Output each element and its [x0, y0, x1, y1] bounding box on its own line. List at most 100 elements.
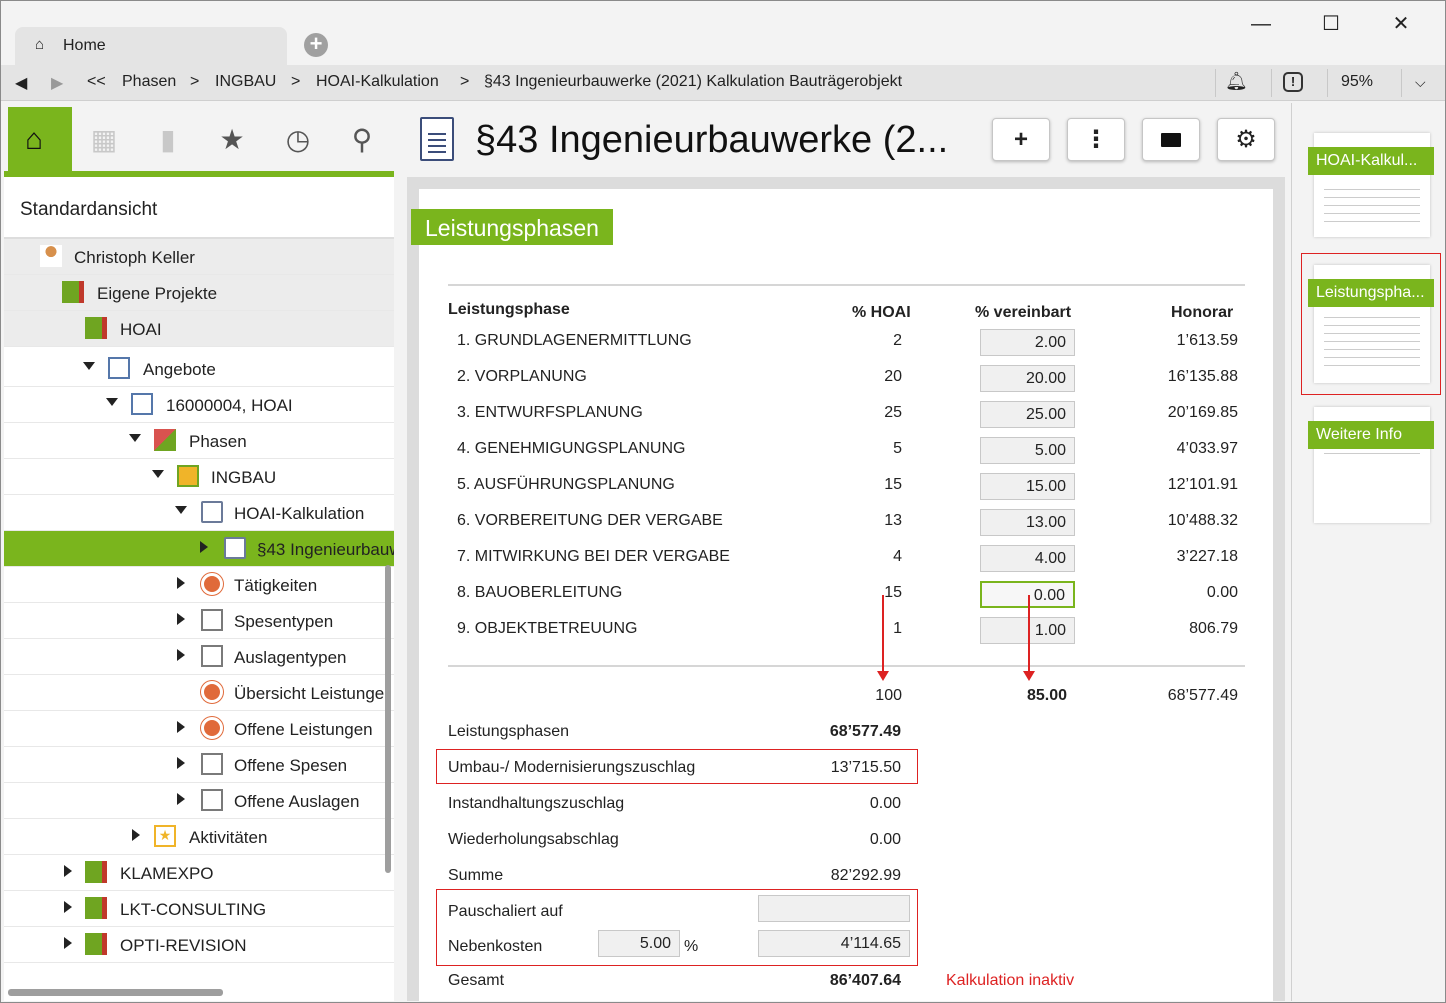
maximize-button[interactable]: ☐	[1311, 9, 1351, 39]
preview-thumb-hoai[interactable]: HOAI-Kalkul...	[1308, 133, 1434, 237]
star-icon[interactable]: ★	[212, 123, 252, 156]
expand-right-icon[interactable]	[177, 793, 185, 805]
tree-item[interactable]: Offene Leistungen	[4, 711, 394, 747]
tree-item[interactable]: LKT-CONSULTING	[4, 891, 394, 927]
table-icon	[201, 789, 223, 811]
tree-item[interactable]: Offene Spesen	[4, 747, 394, 783]
expand-right-icon[interactable]	[132, 829, 140, 841]
total-hoai: 100	[875, 687, 902, 704]
list-icon	[108, 357, 130, 379]
expand-right-icon[interactable]	[177, 757, 185, 769]
phase-agreed-input[interactable]: 20.00	[980, 365, 1075, 392]
expand-right-icon[interactable]	[64, 865, 72, 877]
breadcrumb-phasen[interactable]: Phasen	[122, 73, 176, 91]
tree-item[interactable]: HOAI	[4, 311, 394, 347]
expand-right-icon[interactable]	[177, 649, 185, 661]
more-button[interactable]: ⋮	[1067, 118, 1125, 161]
horizontal-scrollbar[interactable]	[8, 989, 223, 996]
receipt-icon	[201, 753, 223, 775]
bell-icon[interactable]: 🔔︎	[1225, 71, 1248, 92]
close-button[interactable]: ✕	[1381, 9, 1421, 39]
expand-right-icon[interactable]	[177, 577, 185, 589]
calculation-card: Leistungsphasen Leistungsphase % HOAI % …	[411, 189, 1273, 1001]
breadcrumb-hoai-kalkulation[interactable]: HOAI-Kalkulation	[316, 73, 439, 91]
tree-item[interactable]: Spesentypen	[4, 603, 394, 639]
minimize-button[interactable]: —	[1241, 9, 1281, 39]
phase-agreed-input[interactable]: 25.00	[980, 401, 1075, 428]
phase-fee: 20’169.85	[1167, 404, 1238, 421]
expand-down-icon[interactable]	[106, 398, 118, 406]
alert-icon[interactable]: !	[1283, 72, 1303, 92]
tree-item[interactable]: ★ Aktivitäten	[4, 819, 394, 855]
project-book-icon	[85, 317, 107, 339]
tree-item[interactable]: Übersicht Leistunge	[4, 675, 394, 711]
expand-down-icon[interactable]	[83, 362, 95, 370]
phase-agreed-input[interactable]: 2.00	[980, 329, 1075, 356]
home-button[interactable]: ⌂	[8, 107, 72, 171]
tree-item[interactable]: Auslagentypen	[4, 639, 394, 675]
tree-item-label: Übersicht Leistunge	[234, 684, 385, 703]
tree-item[interactable]: Angebote	[4, 351, 394, 387]
tree-item[interactable]: KLAMEXPO	[4, 855, 394, 891]
up-button[interactable]: <<	[87, 73, 106, 91]
tree-item-label: Offene Auslagen	[234, 792, 360, 811]
document-icon	[420, 117, 454, 161]
add-button[interactable]: +	[992, 118, 1050, 161]
settings-button[interactable]: ⚙	[1217, 118, 1275, 161]
calendar-icon[interactable]: ▦	[84, 123, 124, 156]
expense-list-icon	[201, 645, 223, 667]
phase-name: 2. VORPLANUNG	[457, 368, 587, 385]
breadcrumb-current[interactable]: §43 Ingenieurbauwerke (2021) Kalkulation…	[484, 73, 902, 91]
search-icon[interactable]: ⚲	[342, 123, 382, 156]
additional-costs-label: Nebenkosten	[448, 938, 543, 955]
expand-right-icon[interactable]	[64, 901, 72, 913]
phase-fee: 12’101.91	[1167, 476, 1238, 493]
vertical-scrollbar[interactable]	[385, 565, 391, 873]
tree-item-label: HOAI-Kalkulation	[234, 504, 365, 523]
expand-down-icon[interactable]	[152, 470, 164, 478]
forward-icon[interactable]: ▶	[51, 73, 63, 93]
phase-hoai-percent: 25	[884, 404, 902, 421]
history-icon[interactable]: ◷	[278, 123, 318, 156]
expand-right-icon[interactable]	[177, 613, 185, 625]
tree-item-label: Spesentypen	[234, 612, 334, 631]
tree-item-selected[interactable]: §43 Ingenieurbauw	[4, 531, 394, 567]
thumb-label: Weitere Info	[1308, 421, 1434, 449]
phase-agreed-input[interactable]: 15.00	[980, 473, 1075, 500]
chart-icon[interactable]: ▮	[148, 123, 188, 156]
expand-right-icon[interactable]	[64, 937, 72, 949]
preview-thumb-weitere-info[interactable]: Weitere Info	[1308, 407, 1434, 523]
phase-agreed-input[interactable]: 13.00	[980, 509, 1075, 536]
back-icon[interactable]: ◀	[15, 73, 27, 93]
star-icon: ★	[154, 825, 176, 847]
phase-agreed-input[interactable]: 4.00	[980, 545, 1075, 572]
tree-item[interactable]: INGBAU	[4, 459, 394, 495]
additional-costs-percent-input[interactable]: 5.00	[598, 930, 680, 957]
breadcrumb-separator: >	[190, 73, 200, 90]
view-selector[interactable]: Standardansicht	[4, 177, 394, 239]
expand-down-icon[interactable]	[129, 434, 141, 442]
new-tab-icon[interactable]: +	[304, 33, 328, 57]
tree-item[interactable]: Christoph Keller	[4, 239, 394, 275]
expand-down-icon[interactable]	[175, 506, 187, 514]
tree-item[interactable]: OPTI-REVISION	[4, 927, 394, 963]
folder-button[interactable]	[1142, 118, 1200, 161]
tree-item[interactable]: Eigene Projekte	[4, 275, 394, 311]
tree-item-label: Angebote	[143, 360, 216, 379]
breadcrumb-separator: >	[460, 73, 470, 90]
expand-right-icon[interactable]	[177, 721, 185, 733]
phase-hoai-percent: 4	[893, 548, 902, 565]
tree-item[interactable]: 16000004, HOAI	[4, 387, 394, 423]
tree-item[interactable]: Offene Auslagen	[4, 783, 394, 819]
zoom-level[interactable]: 95%	[1341, 73, 1373, 91]
breadcrumb-ingbau[interactable]: INGBAU	[215, 73, 276, 91]
tree-item[interactable]: Tätigkeiten	[4, 567, 394, 603]
expand-right-icon[interactable]	[200, 541, 208, 553]
preview-thumb-leistungsphasen[interactable]: Leistungspha...	[1308, 265, 1434, 383]
flat-rate-input[interactable]	[758, 895, 910, 922]
tree-item[interactable]: HOAI-Kalkulation	[4, 495, 394, 531]
phase-agreed-input[interactable]: 5.00	[980, 437, 1075, 464]
chevron-down-icon[interactable]: ⌵	[1415, 74, 1426, 91]
tree-item[interactable]: Phasen	[4, 423, 394, 459]
tab-home[interactable]: ⌂ Home	[15, 27, 287, 65]
